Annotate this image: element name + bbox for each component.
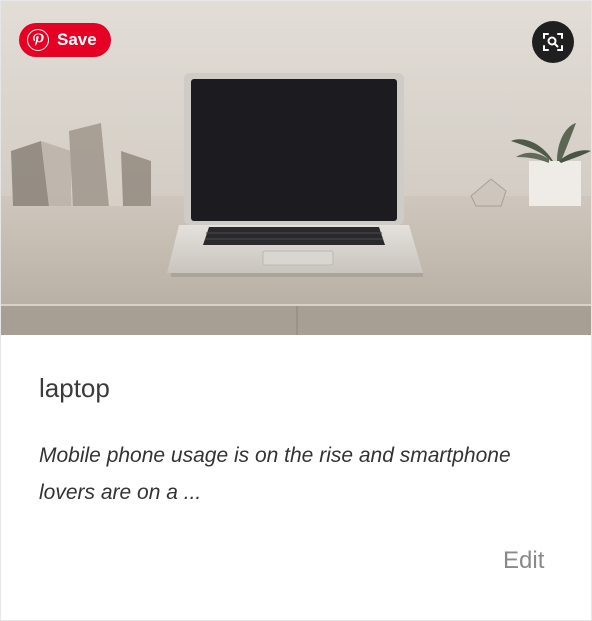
post-excerpt: Mobile phone usage is on the rise and sm…: [39, 444, 511, 504]
visual-search-icon: [543, 33, 563, 51]
pinterest-logo-icon: [27, 29, 49, 51]
edit-link[interactable]: Edit: [503, 547, 544, 575]
pinterest-save-button[interactable]: Save: [19, 23, 111, 57]
post-title[interactable]: laptop: [39, 373, 110, 404]
visual-search-button[interactable]: [532, 21, 574, 63]
save-button-label: Save: [57, 30, 97, 49]
post-card: Save laptop Mobile phone usage is on the…: [0, 0, 592, 621]
